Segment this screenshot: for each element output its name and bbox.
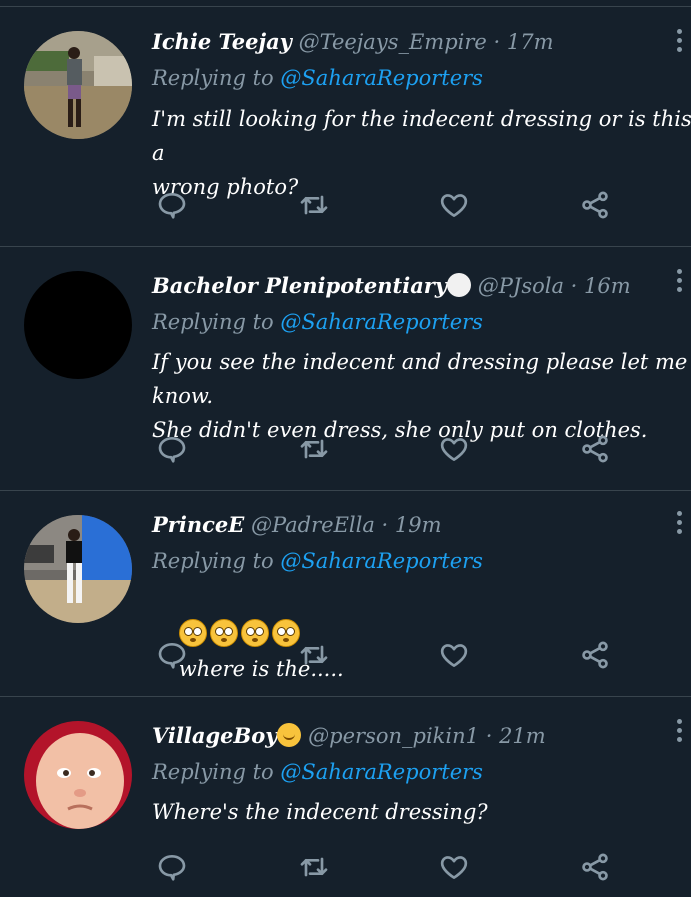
user-handle[interactable]: @PadreElla xyxy=(251,513,375,537)
separator-dot: · xyxy=(493,30,501,54)
white-circle-emoji-icon xyxy=(447,273,472,297)
display-name[interactable]: VillageBoy xyxy=(152,723,277,748)
display-name[interactable]: Bachelor Plenipotentiary xyxy=(152,273,447,298)
replying-to-label: Replying to xyxy=(152,760,274,784)
timestamp[interactable]: 16m xyxy=(584,274,631,298)
replying-to-label: Replying to xyxy=(152,549,274,573)
timestamp[interactable]: 17m xyxy=(507,30,554,54)
tweet-text: Where's the indecent dressing? xyxy=(152,800,488,824)
replying-to-mention[interactable]: @SaharaReporters xyxy=(280,760,483,784)
separator-dot: · xyxy=(485,724,493,748)
retweet-icon[interactable] xyxy=(296,637,332,673)
heart-icon[interactable] xyxy=(436,187,472,223)
display-name[interactable]: Ichie Teejay xyxy=(152,29,292,54)
tweet-actions xyxy=(0,431,691,471)
user-handle[interactable]: @Teejays_Empire xyxy=(299,30,487,54)
tweet-reply[interactable]: Bachelor Plenipotentiary @PJsola · 16m R… xyxy=(0,247,691,491)
heart-icon[interactable] xyxy=(436,637,472,673)
reply-icon[interactable] xyxy=(154,849,190,885)
share-icon[interactable] xyxy=(577,187,613,223)
reply-icon[interactable] xyxy=(154,637,190,673)
avatar-photo xyxy=(24,515,132,623)
avatar-photo xyxy=(24,271,132,379)
tweet-reply[interactable]: VillageBoy @person_pikin1 · 21m Replying… xyxy=(0,697,691,897)
retweet-icon[interactable] xyxy=(296,849,332,885)
separator-dot: · xyxy=(381,513,389,537)
share-icon[interactable] xyxy=(577,849,613,885)
replying-to-mention[interactable]: @SaharaReporters xyxy=(280,66,483,90)
avatar-photo xyxy=(24,721,132,829)
retweet-icon[interactable] xyxy=(296,187,332,223)
avatar[interactable] xyxy=(24,515,132,623)
replying-to-label: Replying to xyxy=(152,66,274,90)
reply-icon[interactable] xyxy=(154,187,190,223)
user-handle[interactable]: @person_pikin1 xyxy=(308,724,479,748)
more-options-icon[interactable] xyxy=(671,29,687,59)
tweet-actions xyxy=(0,187,691,227)
avatar[interactable] xyxy=(24,721,132,829)
tweet-reply[interactable]: Ichie Teejay @Teejays_Empire · 17m Reply… xyxy=(0,7,691,247)
retweet-icon[interactable] xyxy=(296,431,332,467)
share-icon[interactable] xyxy=(577,431,613,467)
timestamp[interactable]: 21m xyxy=(499,724,546,748)
timestamp[interactable]: 19m xyxy=(395,513,442,537)
tweet-actions xyxy=(0,849,691,889)
replying-to-mention[interactable]: @SaharaReporters xyxy=(280,549,483,573)
heart-icon[interactable] xyxy=(436,431,472,467)
tweet-reply[interactable]: PrinceE @PadreElla · 19m Replying to @Sa… xyxy=(0,491,691,697)
avatar-photo xyxy=(24,31,132,139)
replying-to-label: Replying to xyxy=(152,310,274,334)
share-icon[interactable] xyxy=(577,637,613,673)
avatar[interactable] xyxy=(24,271,132,379)
heart-icon[interactable] xyxy=(436,849,472,885)
display-name[interactable]: PrinceE xyxy=(152,512,244,537)
more-options-icon[interactable] xyxy=(671,269,687,299)
replying-to-mention[interactable]: @SaharaReporters xyxy=(280,310,483,334)
avatar[interactable] xyxy=(24,31,132,139)
more-options-icon[interactable] xyxy=(671,719,687,749)
reply-icon[interactable] xyxy=(154,431,190,467)
tweet-actions xyxy=(0,637,691,677)
more-options-icon[interactable] xyxy=(671,511,687,541)
smiling-face-emoji-icon xyxy=(277,723,302,747)
separator-dot: · xyxy=(570,274,578,298)
user-handle[interactable]: @PJsola xyxy=(478,274,564,298)
